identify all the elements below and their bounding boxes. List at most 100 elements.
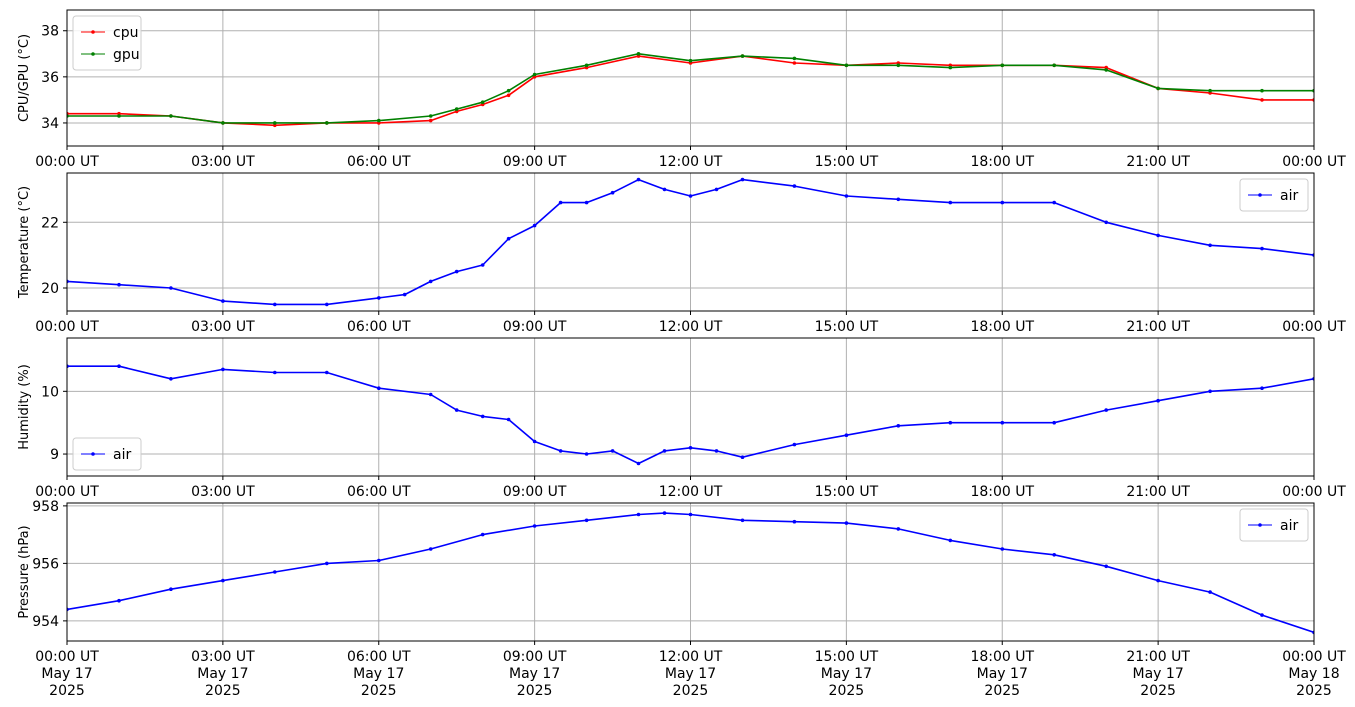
x-tick-label: 09:00 UT — [503, 154, 567, 170]
data-point-air-15 — [636, 461, 641, 466]
figure: 00:00 UT 03:00 UT 06:00 UT 09:00 UT 12:00 UT… — [17, 9, 1346, 699]
x-tick-label: 21:00 UT — [1126, 649, 1190, 665]
data-point-gpu-1 — [117, 114, 121, 118]
data-point-gpu-6 — [377, 118, 381, 123]
legend: air — [1239, 508, 1309, 542]
y-tick-label: 38 — [41, 24, 59, 40]
data-point-air-24 — [1260, 613, 1264, 617]
x-tick-label: 00:00 UT — [35, 319, 99, 335]
data-point-gpu-23 — [1156, 86, 1160, 91]
data-point-air-1 — [117, 364, 121, 369]
x-tick-label: 15:00 UT — [815, 154, 879, 170]
legend-marker-cpu — [91, 30, 95, 34]
y-axis-label-temperature-c: Temperature (°C) — [17, 186, 32, 299]
data-point-air-11 — [532, 439, 537, 444]
x-tick-year: 2025 — [984, 683, 1020, 699]
data-point-air-15 — [792, 519, 797, 524]
data-point-air-3 — [221, 299, 225, 303]
x-tick-label: 09:00 UT — [503, 319, 567, 335]
y-tick-label: 22 — [41, 215, 59, 231]
data-point-air-11 — [636, 512, 641, 517]
data-point-air-14 — [740, 518, 745, 523]
x-tick-label: 06:00 UT — [347, 154, 411, 170]
data-point-gpu-16 — [792, 56, 797, 61]
data-point-air-16 — [844, 521, 849, 525]
data-point-gpu-10 — [506, 88, 511, 93]
x-tick-year: 2025 — [517, 683, 553, 699]
data-point-cpu-7 — [428, 118, 433, 123]
data-point-air-18 — [714, 449, 719, 453]
data-point-air-7 — [428, 392, 433, 397]
pressure-panel: 00:00 UTMay 17202503:00 UTMay 17202506:0… — [17, 499, 1346, 699]
data-point-air-6 — [377, 558, 381, 563]
data-point-air-7 — [428, 547, 433, 551]
x-tick-label: 18:00 UT — [970, 649, 1034, 665]
data-point-gpu-7 — [428, 114, 433, 118]
x-tick-label: 15:00 UT — [815, 319, 879, 335]
data-point-air-13 — [558, 200, 563, 205]
x-tick-date: May 17 — [1133, 666, 1184, 682]
x-tick-date: May 18 — [1288, 666, 1339, 682]
x-tick-label: 06:00 UT — [347, 319, 411, 335]
data-point-air-19 — [740, 455, 745, 460]
data-point-air-12 — [558, 449, 563, 453]
x-tick-label: 21:00 UT — [1126, 319, 1190, 335]
y-tick-label: 10 — [41, 384, 59, 400]
data-point-air-22 — [1156, 578, 1160, 583]
data-point-gpu-4 — [273, 121, 277, 125]
y-tick-label: 36 — [41, 70, 59, 86]
humidity-panel: 00:00 UT 03:00 UT 06:00 UT 09:00 UT 12:00 UT… — [17, 337, 1346, 500]
x-tick-label: 12:00 UT — [659, 484, 723, 500]
data-point-gpu-8 — [454, 107, 459, 111]
data-point-gpu-18 — [896, 63, 901, 68]
data-point-cpu-16 — [792, 61, 797, 65]
x-tick-label: 06:00 UT — [347, 484, 411, 500]
y-tick-label: 9 — [50, 447, 59, 463]
x-tick-date: May 17 — [353, 666, 404, 682]
data-point-air-2 — [169, 377, 173, 381]
legend: cpu gpu — [72, 15, 142, 71]
x-tick-date: May 17 — [41, 666, 92, 682]
data-point-air-5 — [325, 370, 329, 375]
x-tick-year: 2025 — [829, 683, 865, 699]
data-point-air-23 — [896, 197, 901, 202]
air-temperature-panel: 00:00 UT 03:00 UT 06:00 UT 09:00 UT 12:00 UT… — [17, 172, 1346, 335]
data-point-air-21 — [844, 433, 849, 438]
x-tick-label: 21:00 UT — [1126, 154, 1190, 170]
data-point-air-25 — [1052, 420, 1056, 425]
data-point-air-19 — [714, 187, 719, 192]
data-point-air-22 — [844, 194, 849, 198]
data-point-gpu-13 — [636, 52, 641, 56]
data-point-air-26 — [1052, 200, 1056, 205]
data-point-air-1 — [117, 598, 121, 603]
data-point-air-30 — [1260, 246, 1264, 251]
legend-label-cpu: cpu — [113, 25, 138, 41]
data-point-cpu-25 — [1260, 98, 1264, 102]
x-tick-date: May 17 — [509, 666, 560, 682]
data-point-air-5 — [325, 302, 329, 307]
data-point-gpu-20 — [1000, 63, 1005, 68]
data-point-air-24 — [1000, 420, 1005, 425]
data-point-air-7 — [402, 292, 407, 297]
y-tick-label: 20 — [41, 281, 59, 297]
y-tick-label: 956 — [32, 556, 59, 572]
data-point-gpu-24 — [1208, 88, 1212, 93]
x-tick-label: 00:00 UT — [35, 484, 99, 500]
x-tick-label: 09:00 UT — [503, 649, 567, 665]
x-tick-year: 2025 — [205, 683, 241, 699]
data-point-gpu-14 — [688, 58, 693, 63]
data-point-air-23 — [948, 420, 953, 425]
x-tick-label: 12:00 UT — [659, 154, 723, 170]
data-point-air-14 — [610, 449, 615, 453]
legend-marker-air — [91, 452, 95, 456]
data-point-cpu-10 — [506, 93, 511, 98]
data-point-air-9 — [480, 414, 485, 419]
y-axis-label-humidity: Humidity (%) — [17, 364, 32, 450]
x-tick-label: 18:00 UT — [970, 319, 1034, 335]
legend-marker-gpu — [91, 52, 95, 56]
data-point-air-20 — [1052, 553, 1056, 557]
data-point-gpu-19 — [948, 65, 953, 70]
x-tick-label: 00:00 UT — [1282, 649, 1346, 665]
x-tick-year: 2025 — [1296, 683, 1332, 699]
data-point-air-3 — [221, 367, 225, 372]
